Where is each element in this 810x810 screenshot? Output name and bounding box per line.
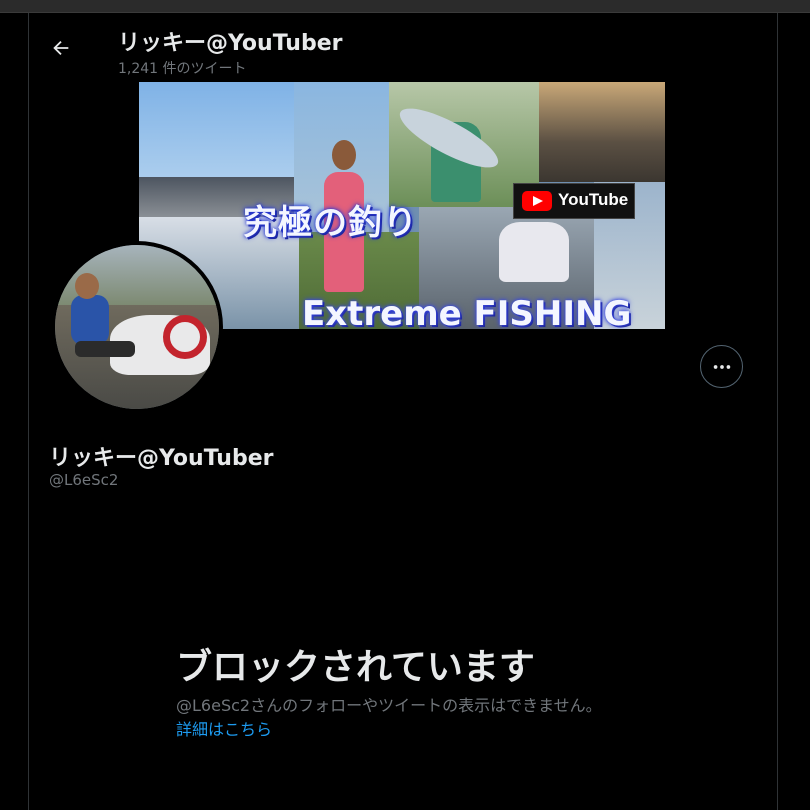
back-button[interactable]: [48, 35, 74, 61]
banner-photo-sunset: [539, 82, 665, 182]
arrow-left-icon: [53, 40, 69, 56]
avatar[interactable]: [51, 241, 223, 413]
more-horizontal-icon: [713, 365, 730, 369]
banner-rider: [499, 222, 569, 282]
banner-title-en: Extreme FISHING: [302, 294, 632, 329]
youtube-badge: YouTube: [513, 183, 635, 219]
tweet-count: 1,241 件のツイート: [118, 61, 247, 77]
browser-top-bar: [0, 0, 810, 13]
more-options-button[interactable]: [700, 345, 743, 388]
banner-figure-head: [332, 140, 356, 170]
profile-header: [0, 13, 776, 83]
learn-more-link[interactable]: 詳細はこちら: [176, 720, 272, 739]
profile-handle: @L6eSc2: [49, 471, 119, 489]
youtube-play-icon: [522, 191, 552, 211]
blocked-description: @L6eSc2さんのフォローやツイートの表示はできません。詳細はこちら: [176, 694, 616, 742]
banner-title-jp: 究極の釣り: [243, 203, 418, 243]
youtube-label: YouTube: [558, 190, 629, 209]
blocked-description-text: @L6eSc2さんのフォローやツイートの表示はできません。: [176, 696, 602, 715]
avatar-photo: [55, 245, 219, 409]
blocked-title: ブロックされています: [176, 647, 535, 688]
header-title: リッキー@YouTuber: [118, 31, 343, 56]
profile-display-name: リッキー@YouTuber: [49, 446, 274, 471]
